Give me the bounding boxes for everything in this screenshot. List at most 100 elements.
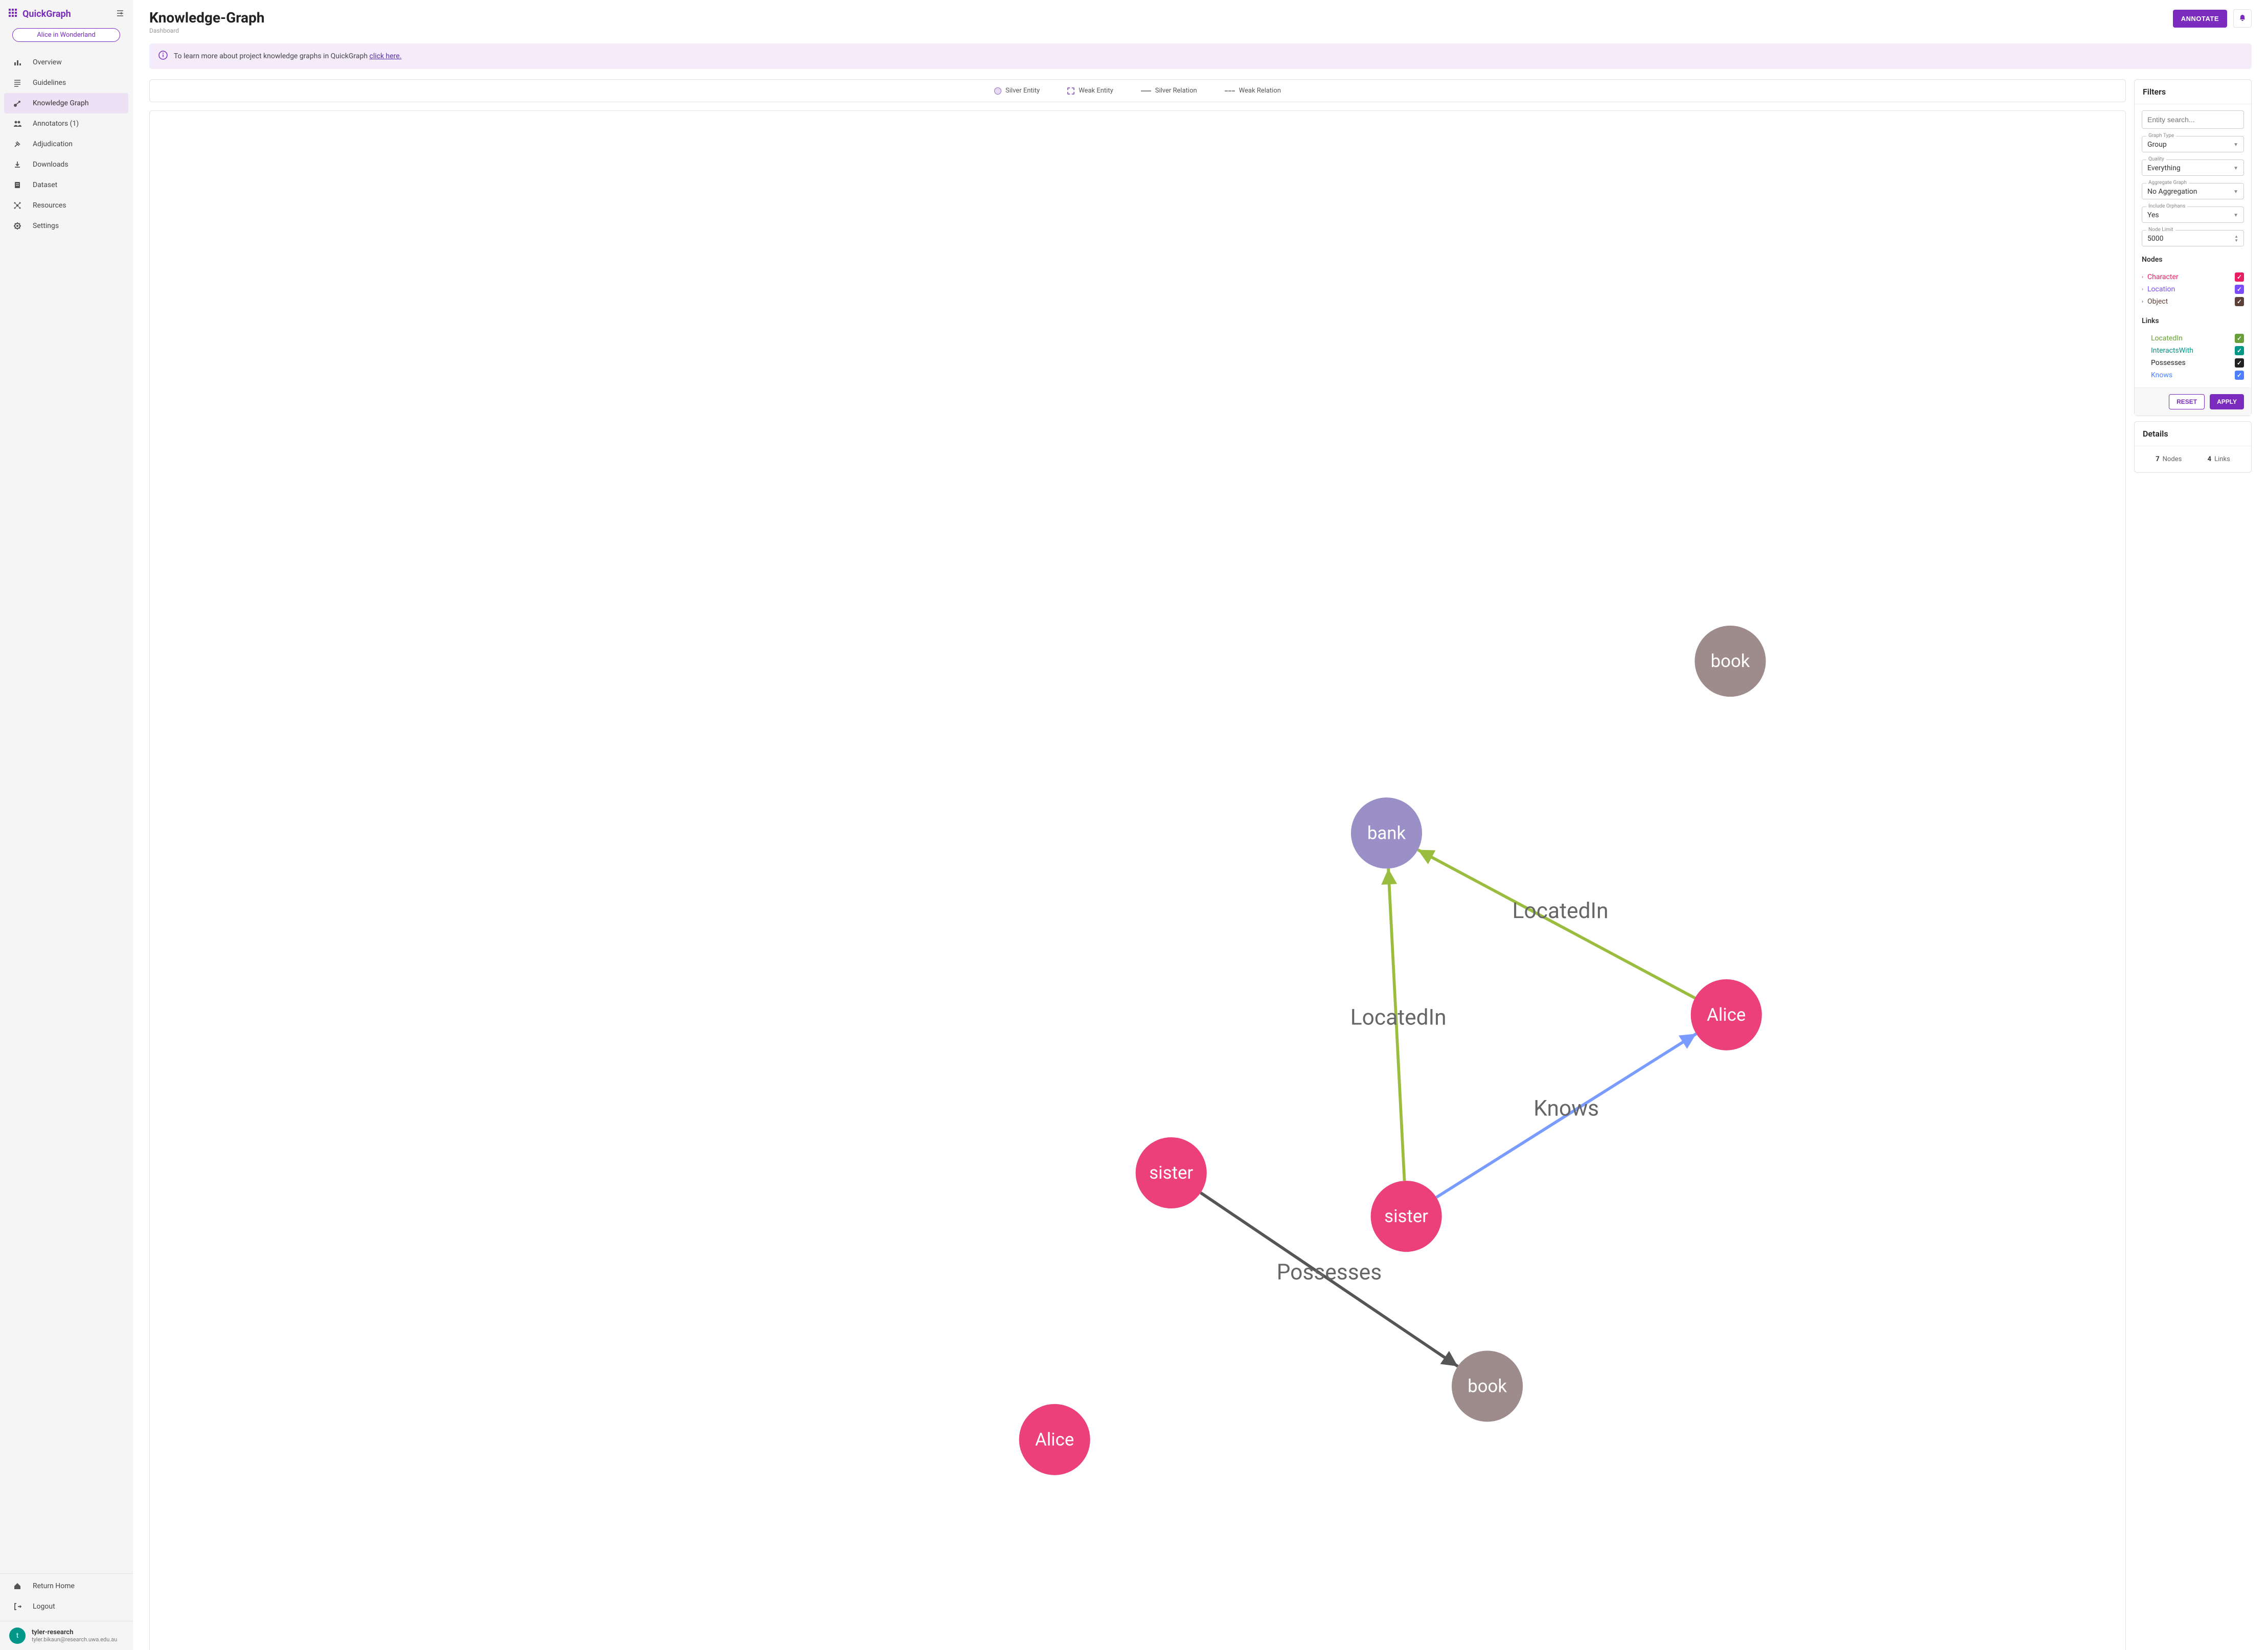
sidebar-item-label: Guidelines xyxy=(33,79,66,87)
bell-icon xyxy=(2238,14,2247,24)
sidebar-item-resources[interactable]: Resources xyxy=(0,195,132,216)
nodes-section-label: Nodes xyxy=(2142,256,2244,264)
node-type-row[interactable]: › Object ✓ xyxy=(2142,295,2244,308)
filters-panel: Filters Graph Type Group ▼ Quality Every… xyxy=(2134,79,2252,416)
entity-search-input[interactable] xyxy=(2142,110,2244,129)
bar-chart-icon xyxy=(12,58,22,66)
svg-text:Alice: Alice xyxy=(1707,1005,1746,1025)
checkbox-icon[interactable]: ✓ xyxy=(2235,272,2244,282)
sidebar-item-downloads[interactable]: Downloads xyxy=(0,154,132,175)
aggregate-select[interactable]: Aggregate Graph No Aggregation ▼ xyxy=(2142,183,2244,199)
main-content: Knowledge-Graph Dashboard ANNOTATE To le… xyxy=(133,0,2268,1650)
sidebar-item-label: Settings xyxy=(33,222,59,230)
graph-type-select[interactable]: Graph Type Group ▼ xyxy=(2142,136,2244,152)
sidebar-item-logout[interactable]: Logout xyxy=(0,1596,132,1617)
link-type-row[interactable]: InteractsWith ✓ xyxy=(2142,345,2244,357)
details-panel: Details 7Nodes 4Links xyxy=(2134,421,2252,473)
notifications-button[interactable] xyxy=(2233,9,2252,28)
topbar: Knowledge-Graph Dashboard ANNOTATE xyxy=(133,0,2268,38)
checkbox-icon[interactable]: ✓ xyxy=(2235,371,2244,380)
sidebar-item-settings[interactable]: Settings xyxy=(0,216,132,236)
annotate-button[interactable]: ANNOTATE xyxy=(2173,10,2227,28)
sidebar-item-label: Dataset xyxy=(33,181,57,189)
sidebar-item-knowledge-graph[interactable]: Knowledge Graph xyxy=(4,93,128,113)
banner-link[interactable]: click here. xyxy=(370,52,402,60)
graph-nodes-icon xyxy=(12,99,22,107)
link-type-row[interactable]: Possesses ✓ xyxy=(2142,357,2244,369)
banner-text: To learn more about project knowledge gr… xyxy=(174,52,402,60)
chevron-right-icon: › xyxy=(2142,274,2143,280)
svg-text:book: book xyxy=(1468,1377,1507,1397)
download-icon xyxy=(12,161,22,169)
node-type-row[interactable]: › Character ✓ xyxy=(2142,271,2244,283)
line-icon xyxy=(1141,90,1151,91)
network-icon xyxy=(12,201,22,210)
svg-text:Alice: Alice xyxy=(1035,1430,1074,1450)
sidebar-item-label: Adjudication xyxy=(33,140,73,148)
node-type-label: Location xyxy=(2147,285,2175,293)
node-type-row[interactable]: › Location ✓ xyxy=(2142,283,2244,295)
orphans-select[interactable]: Include Orphans Yes ▼ xyxy=(2142,207,2244,223)
svg-text:LocatedIn: LocatedIn xyxy=(1513,899,1609,924)
checkbox-icon[interactable]: ✓ xyxy=(2235,297,2244,306)
apply-button[interactable]: APPLY xyxy=(2210,394,2244,409)
chevron-right-icon: › xyxy=(2142,287,2143,292)
link-type-row[interactable]: LocatedIn✓ xyxy=(2142,332,2244,345)
sidebar-item-label: Knowledge Graph xyxy=(33,99,89,107)
logout-icon xyxy=(12,1602,22,1611)
sidebar-item-label: Logout xyxy=(33,1602,55,1611)
sidebar-item-label: Annotators (1) xyxy=(33,120,79,128)
chevron-right-icon: › xyxy=(2142,299,2143,305)
avatar: t xyxy=(9,1628,26,1644)
svg-text:Knows: Knows xyxy=(1533,1096,1599,1121)
checkbox-icon[interactable]: ✓ xyxy=(2235,334,2244,343)
checkbox-icon[interactable]: ✓ xyxy=(2235,346,2244,355)
svg-text:sister: sister xyxy=(1384,1206,1428,1227)
node-type-label: Character xyxy=(2147,273,2179,281)
sidebar-bottom: Return Home Logout xyxy=(0,1573,132,1619)
node-limit-input[interactable]: Node Limit 5000 ▲▼ xyxy=(2142,230,2244,246)
chevron-down-icon: ▼ xyxy=(2233,213,2238,218)
document-icon xyxy=(12,181,22,189)
sidebar-item-return-home[interactable]: Return Home xyxy=(0,1576,132,1596)
legend-silver-entity: Silver Entity xyxy=(994,87,1040,95)
dashed-box-icon xyxy=(1067,87,1074,95)
stepper-icon[interactable]: ▲▼ xyxy=(2234,235,2238,243)
node-type-label: Object xyxy=(2147,297,2168,306)
details-title: Details xyxy=(2135,422,2251,446)
svg-text:bank: bank xyxy=(1367,823,1406,843)
svg-text:sister: sister xyxy=(1149,1163,1193,1183)
gear-icon xyxy=(12,222,22,230)
user-profile[interactable]: t tyler-research tyler.bikaun@research.u… xyxy=(0,1621,132,1650)
checkbox-icon[interactable]: ✓ xyxy=(2235,285,2244,294)
reset-button[interactable]: RESET xyxy=(2169,394,2205,409)
link-type-row[interactable]: Knows✓ xyxy=(2142,369,2244,381)
page-title: Knowledge-Graph xyxy=(149,9,2173,26)
sidebar-collapse-icon[interactable] xyxy=(116,9,124,19)
sidebar-item-label: Return Home xyxy=(33,1582,75,1590)
sidebar-item-label: Resources xyxy=(33,201,66,210)
app-title: QuickGraph xyxy=(22,9,111,19)
project-chip[interactable]: Alice in Wonderland xyxy=(12,28,120,42)
sidebar-item-guidelines[interactable]: Guidelines xyxy=(0,73,132,93)
legend-silver-relation: Silver Relation xyxy=(1141,87,1197,95)
details-nodes: 7Nodes xyxy=(2156,455,2182,463)
people-icon xyxy=(12,120,22,128)
quality-select[interactable]: Quality Everything ▼ xyxy=(2142,159,2244,176)
sidebar-item-dataset[interactable]: Dataset xyxy=(0,175,132,195)
chevron-down-icon: ▼ xyxy=(2233,166,2238,171)
links-section-label: Links xyxy=(2142,317,2244,325)
sidebar-item-adjudication[interactable]: Adjudication xyxy=(0,134,132,154)
sidebar-item-annotators[interactable]: Annotators (1) xyxy=(0,113,132,134)
checkbox-icon[interactable]: ✓ xyxy=(2235,358,2244,368)
dashed-line-icon xyxy=(1225,90,1235,91)
graph-canvas[interactable]: LocatedInLocatedInKnowsPossessesbookbank… xyxy=(149,110,2126,1650)
home-icon xyxy=(12,1582,22,1590)
sidebar-item-overview[interactable]: Overview xyxy=(0,52,132,73)
legend-weak-entity: Weak Entity xyxy=(1067,87,1113,95)
user-email: tyler.bikaun@research.uwa.edu.au xyxy=(32,1636,117,1643)
svg-text:Possesses: Possesses xyxy=(1277,1260,1382,1285)
link-type-label: InteractsWith xyxy=(2151,347,2193,355)
app-logo-icon xyxy=(8,8,17,20)
link-type-label: Possesses xyxy=(2151,359,2186,367)
